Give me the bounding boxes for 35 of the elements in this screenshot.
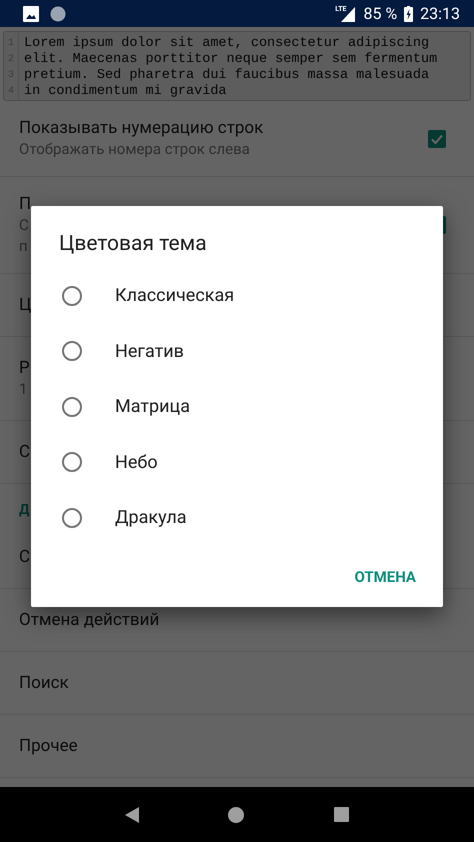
recent-apps-icon[interactable]	[334, 807, 350, 822]
option-label[interactable]: Классическая	[115, 285, 234, 306]
cancel-button[interactable]: ОТМЕНА	[339, 558, 431, 596]
option-label[interactable]: Небо	[115, 452, 158, 473]
setting-title[interactable]: Отмена действий	[19, 609, 160, 631]
dialog-title: Цветовая тема	[58, 231, 208, 258]
radio-button[interactable]	[61, 451, 83, 474]
circle-icon	[50, 6, 66, 22]
text-line: elit. Maecenas porttitor neque semper sem fermentum	[24, 52, 438, 68]
home-icon[interactable]	[228, 806, 244, 822]
text-line: in condimentum mi gravida	[24, 84, 228, 100]
setting-title[interactable]: С	[19, 441, 30, 463]
section-header: Д	[19, 501, 30, 520]
battery-percent: 85 %	[363, 4, 398, 23]
option-label[interactable]: Негатив	[115, 340, 184, 362]
option-label[interactable]: Дракула	[115, 507, 187, 528]
text-line: pretium. Sed pharetra dui faucibus massa malesuada	[24, 68, 430, 84]
setting-title[interactable]: Прочее	[19, 735, 78, 757]
option-label[interactable]: Матрица	[115, 396, 190, 418]
setting-title[interactable]: П	[19, 193, 32, 215]
back-icon[interactable]	[124, 806, 139, 822]
checkbox[interactable]	[428, 130, 446, 148]
radio-button[interactable]	[61, 506, 83, 529]
radio-button[interactable]	[61, 396, 83, 418]
setting-title[interactable]: Показывать нумерацию строк	[19, 117, 264, 139]
text-line: Lorem ipsum dolor sit amet, consectetur adipiscing	[24, 36, 430, 52]
setting-title[interactable]: Поиск	[19, 672, 69, 694]
image-icon	[23, 6, 39, 22]
setting-title[interactable]: Ц	[19, 294, 32, 316]
setting-title[interactable]: Р	[19, 357, 30, 379]
setting-title[interactable]: С	[19, 546, 30, 568]
battery-icon	[404, 6, 414, 22]
radio-button[interactable]	[61, 340, 83, 362]
radio-button[interactable]	[61, 284, 83, 307]
clock-time: 23:13	[420, 4, 460, 23]
